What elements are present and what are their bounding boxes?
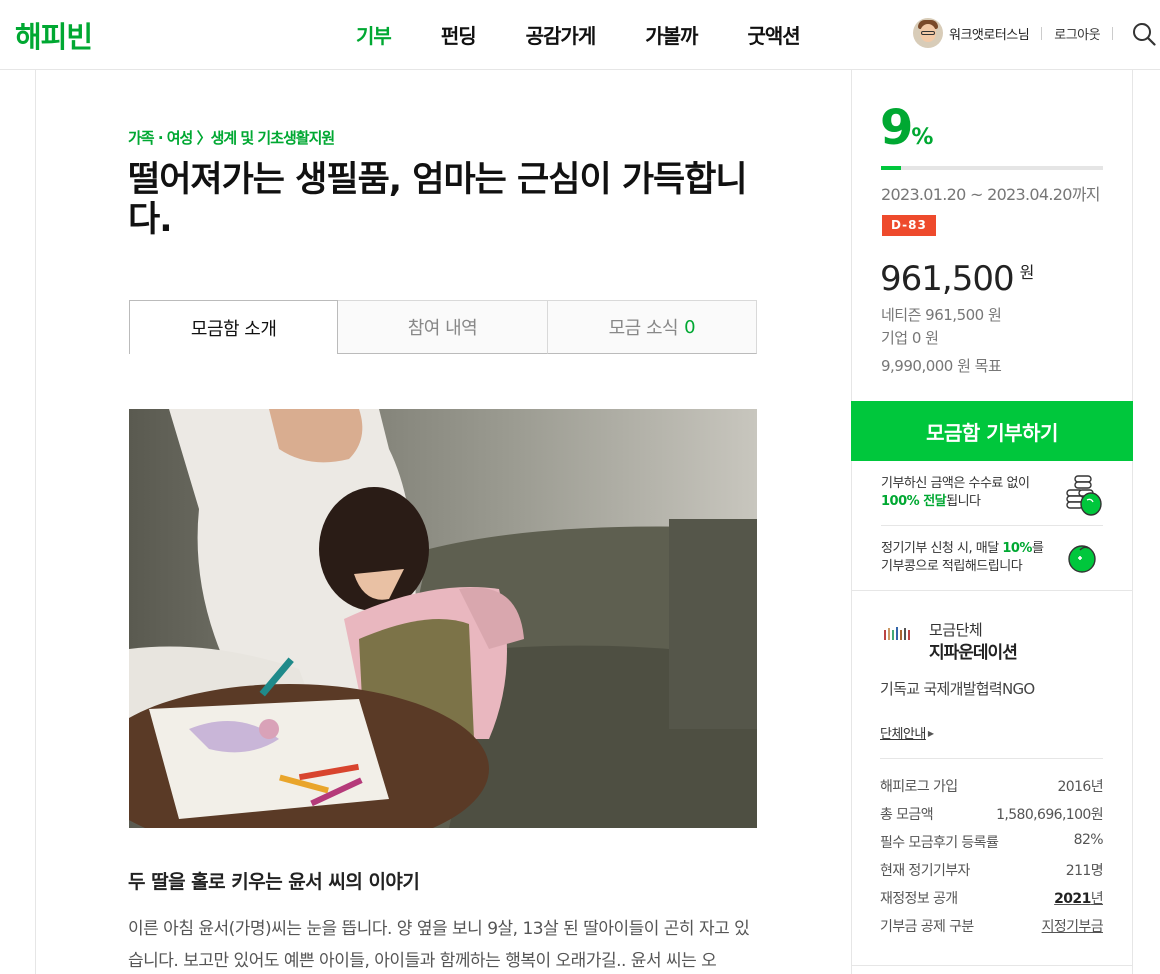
- finance-year: 2021: [1054, 891, 1091, 907]
- divider: [1112, 26, 1114, 40]
- search-icon[interactable]: [1132, 22, 1156, 46]
- progress-percent: 9%: [880, 100, 933, 156]
- divider: [880, 758, 1103, 759]
- user-name[interactable]: 워크앳로터스님: [949, 24, 1030, 43]
- fee-info-line1: 기부하신 금액은 수수료 없이: [881, 476, 1030, 491]
- breadcrumb[interactable]: 가족 · 여성 〉생계 및 기초생활지원: [128, 127, 335, 148]
- stat-label: 필수 모금후기 등록률: [880, 835, 999, 851]
- dday-badge: D-83: [882, 215, 936, 236]
- amount-value: 961,500: [880, 259, 1015, 299]
- tab-news[interactable]: 모금 소식 0: [547, 300, 757, 354]
- tab-participation[interactable]: 참여 내역: [338, 300, 548, 354]
- divider: [1041, 26, 1043, 40]
- logo[interactable]: 해피빈: [15, 14, 93, 56]
- nav-funding[interactable]: 펀딩: [441, 20, 477, 49]
- stat-value: 211명: [1065, 863, 1104, 879]
- raised-amount: 961,500 원: [880, 259, 1035, 299]
- avatar[interactable]: [913, 18, 943, 48]
- divider: [852, 590, 1132, 591]
- chevron-right-icon: ▶: [927, 729, 934, 738]
- stat-row: 해피로그 가입 2016년: [880, 776, 1104, 804]
- logout-link[interactable]: 로그아웃: [1054, 24, 1100, 43]
- stat-value: 2016년: [1057, 779, 1103, 795]
- nav-donate[interactable]: 기부: [356, 20, 392, 49]
- amount-unit: 원: [1019, 263, 1035, 282]
- regular-info-line2: 기부콩으로 적립해드립니다: [881, 559, 1023, 574]
- story-body: 이른 아침 윤서(가명)씨는 눈을 뜹니다. 양 옆을 보니 9살, 13살 된…: [128, 919, 750, 971]
- campaign-photo-illustration: [129, 409, 757, 828]
- fee-info-tail: 됩니다: [946, 494, 981, 509]
- stat-value: 1,580,696,100원: [996, 807, 1104, 823]
- nav-trip[interactable]: 가볼까: [645, 20, 698, 49]
- stat-value: 82%: [1073, 832, 1104, 848]
- period-suffix: 까지: [1071, 185, 1101, 204]
- period-range: 2023.01.20 ~ 2023.04.20: [881, 185, 1072, 204]
- tab-label: 참여 내역: [407, 318, 478, 339]
- stat-label: 재정정보 공개: [880, 891, 958, 907]
- progress-bar-fill: [881, 166, 901, 170]
- company-amount: 기업 0 원: [881, 329, 939, 347]
- bean-icon: [1068, 545, 1096, 573]
- tab-label: 모금 소식: [608, 318, 679, 339]
- tab-label: 모금함 소개: [190, 318, 277, 340]
- divider: [852, 965, 1132, 966]
- org-info-link[interactable]: 단체안내 ▶: [880, 723, 934, 742]
- frame-border: [35, 70, 36, 974]
- story-title: 두 딸을 홀로 키우는 윤서 씨의 이야기: [128, 871, 420, 893]
- header: 해피빈 기부 펀딩 공감가게 가볼까 굿액션 워크앳로터스님 로그아웃: [0, 0, 1160, 70]
- stat-label: 해피로그 가입: [880, 779, 958, 795]
- finance-year-suffix: 년: [1090, 891, 1104, 907]
- org-name[interactable]: 지파운데이션: [929, 638, 1018, 663]
- fee-info-highlight: 100% 전달: [881, 494, 947, 509]
- regular-info-prefix: 정기기부 신청 시, 매달: [881, 541, 1003, 556]
- goal-amount: 9,990,000 원 목표: [881, 357, 1002, 375]
- deduction-type-link[interactable]: 지정기부금: [1042, 916, 1104, 944]
- coins-icon: [1066, 475, 1102, 516]
- frame-border: [851, 70, 852, 974]
- percent-unit: %: [911, 125, 934, 150]
- user-area: 워크앳로터스님 로그아웃: [913, 18, 1125, 48]
- progress-bar: [881, 166, 1103, 170]
- stat-row: 재정정보 공개 2021년: [880, 888, 1104, 916]
- stat-label: 기부금 공제 구분: [880, 919, 974, 935]
- tab-bar: 모금함 소개 참여 내역 모금 소식 0: [129, 300, 757, 354]
- regular-info-highlight: 10%: [1002, 541, 1032, 556]
- frame-border: [1132, 70, 1133, 974]
- nav-store[interactable]: 공감가게: [526, 20, 597, 49]
- page-title: 떨어져가는 생필품, 엄마는 근심이 가득합니다.: [128, 160, 748, 240]
- org-label: 모금단체: [929, 621, 983, 639]
- campaign-period: 2023.01.20 ~ 2023.04.20까지: [881, 181, 1100, 205]
- stat-row: 현재 정기기부자 211명: [880, 860, 1104, 888]
- org-logo-icon[interactable]: [883, 624, 913, 646]
- percent-value: 9: [880, 100, 913, 156]
- finance-report-link[interactable]: 2021년: [1054, 888, 1103, 916]
- stat-label: 총 모금액: [880, 807, 934, 823]
- org-description: 기독교 국제개발협력NGO: [880, 680, 1035, 698]
- stat-row: 필수 모금후기 등록률 82%: [880, 832, 1104, 860]
- main-nav: 기부 펀딩 공감가게 가볼까 굿액션: [356, 20, 850, 49]
- tab-intro[interactable]: 모금함 소개: [129, 300, 339, 354]
- fee-info: 기부하신 금액은 수수료 없이 100% 전달됩니다: [881, 475, 1030, 511]
- stat-label: 현재 정기기부자: [880, 863, 970, 879]
- regular-info-suffix: 를: [1031, 541, 1044, 556]
- tab-count: 0: [684, 316, 696, 338]
- org-stats: 해피로그 가입 2016년 총 모금액 1,580,696,100원 필수 모금…: [880, 776, 1104, 944]
- netizen-amount: 네티즌 961,500 원: [881, 306, 1002, 324]
- stat-row: 기부금 공제 구분 지정기부금: [880, 916, 1104, 944]
- org-info-link-label: 단체안내: [880, 727, 926, 742]
- nav-goodaction[interactable]: 굿액션: [747, 20, 800, 49]
- divider: [881, 525, 1103, 526]
- regular-donation-info: 정기기부 신청 시, 매달 10%를 기부콩으로 적립해드립니다: [881, 540, 1044, 576]
- stat-row: 총 모금액 1,580,696,100원: [880, 804, 1104, 832]
- donate-button[interactable]: 모금함 기부하기: [851, 401, 1133, 461]
- campaign-photo: [129, 409, 757, 828]
